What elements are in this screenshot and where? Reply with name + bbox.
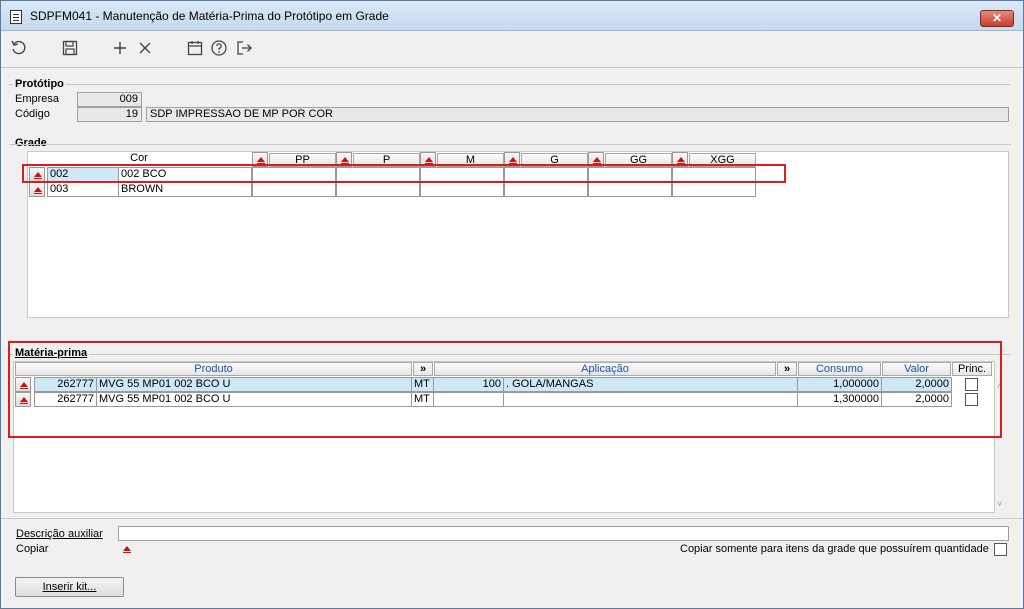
prototipo-description: SDP IMPRESSAO DE MP POR COR [146,107,1009,122]
codigo-label: Código [15,108,50,120]
mp-row-1-aplic-desc[interactable]: . GOLA/MANGAS [503,377,798,392]
mp-row-1-unit[interactable]: MT [411,377,434,392]
document-icon [10,10,22,24]
size-header-p: P [353,153,420,167]
prototipo-label: Protótipo [13,78,66,90]
mp-row-2-code[interactable]: 262777 [34,392,97,407]
scroll-down-icon[interactable]: ˅ [997,499,1002,509]
size-header-g: G [521,153,588,167]
copiar-somente-checkbox[interactable] [994,543,1007,556]
aplicacao-header[interactable]: Aplicação [434,362,776,376]
sort-pp-button[interactable] [252,152,268,167]
grade-row-1-gg[interactable] [588,167,672,182]
mp-row-1-button[interactable] [15,377,31,392]
sort-p-button[interactable] [336,152,352,167]
grade-label: Grade [13,137,49,149]
consumo-header[interactable]: Consumo [798,362,881,376]
copiar-button[interactable] [119,542,135,557]
mp-row-2-button[interactable] [15,392,31,407]
mp-row-2-aplic-code[interactable] [433,392,504,407]
toolbar-divider [1,67,1023,68]
main-window: SDPFM041 - Manutenção de Matéria-Prima d… [0,0,1024,609]
grade-row-1-name[interactable]: 002 BCO [118,167,252,182]
grade-row-1-m[interactable] [420,167,504,182]
expand-aplicacao-button[interactable]: » [777,362,797,376]
add-icon[interactable] [111,39,129,57]
expand-produto-button[interactable]: » [413,362,433,376]
size-header-gg: GG [605,153,672,167]
copiar-label: Copiar [16,543,49,555]
mp-row-1-consumo[interactable]: 1,000000 [797,377,882,392]
mp-row-1-aplic-code[interactable]: 100 [433,377,504,392]
window-title: SDPFM041 - Manutenção de Matéria-Prima d… [30,9,389,23]
close-button[interactable]: ✕ [980,10,1014,27]
save-icon[interactable] [61,39,79,57]
toolbar [1,32,1023,64]
grade-group-line [9,144,1011,145]
scroll-up-icon[interactable]: ˄ [997,381,1002,391]
mp-row-2-princ-checkbox[interactable] [965,393,978,406]
size-header-xgg: XGG [689,153,756,167]
grade-row-2-code[interactable]: 003 [47,182,119,197]
princ-header[interactable]: Princ. [952,362,992,376]
mp-row-2-aplic-desc[interactable] [503,392,798,407]
grade-row-2-name[interactable]: BROWN [118,182,252,197]
grade-row-1-xgg[interactable] [672,167,756,182]
mp-row-1-princ-checkbox[interactable] [965,378,978,391]
empresa-field: 009 [77,92,142,107]
delete-icon[interactable] [136,39,154,57]
sort-xgg-button[interactable] [672,152,688,167]
sort-g-button[interactable] [504,152,520,167]
grade-row-2-p[interactable] [336,182,420,197]
calendar-icon[interactable] [186,39,204,57]
sort-gg-button[interactable] [588,152,604,167]
grade-cor-header: Cor [130,152,148,164]
size-header-pp: PP [269,153,336,167]
grade-row-2-pp[interactable] [252,182,336,197]
mp-row-2-unit[interactable]: MT [411,392,434,407]
descricao-auxiliar-label: Descrição auxiliar [16,528,103,540]
mp-row-1-code[interactable]: 262777 [34,377,97,392]
grade-row-1-g[interactable] [504,167,588,182]
copiar-somente-label: Copiar somente para itens da grade que p… [680,543,989,555]
descricao-auxiliar-input[interactable] [118,526,1009,541]
size-header-m: M [437,153,504,167]
sort-m-button[interactable] [420,152,436,167]
grade-row-2-m[interactable] [420,182,504,197]
mp-row-2-valor[interactable]: 2,0000 [881,392,952,407]
grade-row-2-button[interactable] [29,182,45,197]
help-icon[interactable] [210,39,228,57]
produto-header[interactable]: Produto [15,362,412,376]
codigo-field: 19 [77,107,142,122]
mp-row-2-desc[interactable]: MVG 55 MP01 002 BCO U [96,392,412,407]
mp-row-1-desc[interactable]: MVG 55 MP01 002 BCO U [96,377,412,392]
valor-header[interactable]: Valor [882,362,951,376]
grade-row-1-code[interactable]: 002 [47,167,119,182]
grade-row-2-gg[interactable] [588,182,672,197]
materia-prima-label: Matéria-prima [13,347,90,359]
grade-row-1-p[interactable] [336,167,420,182]
grade-row-2-xgg[interactable] [672,182,756,197]
empresa-label: Empresa [15,93,60,105]
exit-icon[interactable] [235,39,253,57]
title-bar: SDPFM041 - Manutenção de Matéria-Prima d… [1,1,1023,31]
mp-row-1-valor[interactable]: 2,0000 [881,377,952,392]
footer-divider [1,518,1023,519]
mp-row-2-consumo[interactable]: 1,300000 [797,392,882,407]
undo-icon[interactable] [10,39,28,57]
grade-row-1-pp[interactable] [252,167,336,182]
grade-row-1-button[interactable] [29,167,45,182]
inserir-kit-button[interactable]: Inserir kit... [15,577,124,597]
grade-row-2-g[interactable] [504,182,588,197]
materia-group-line [9,354,1011,355]
